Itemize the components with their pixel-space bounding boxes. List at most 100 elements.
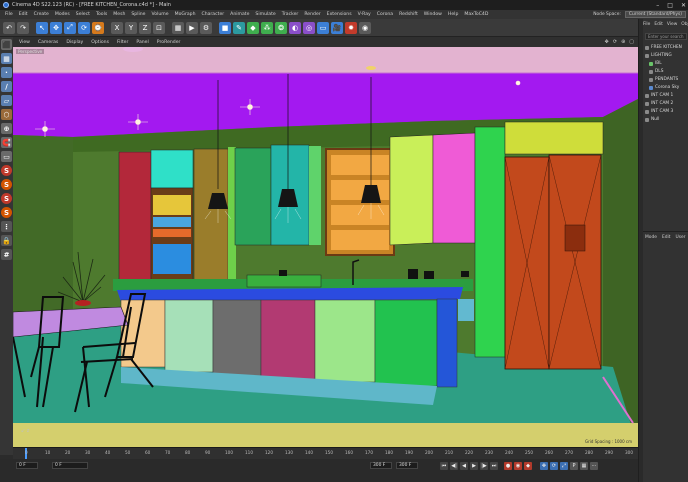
object-menu-view[interactable]: View xyxy=(667,22,677,27)
menu-file[interactable]: File xyxy=(2,12,16,17)
object-list-item[interactable]: Corona Sky xyxy=(649,84,679,91)
zoom-view-icon[interactable]: ⊕ xyxy=(621,39,625,45)
rotate-view-icon[interactable]: ⟳ xyxy=(613,39,617,45)
auto-key-icon[interactable]: ◉ xyxy=(514,462,522,470)
object-list-item[interactable]: DLS xyxy=(649,68,663,75)
coord-icon[interactable]: ⊡ xyxy=(153,21,165,34)
floor-icon[interactable]: ▭ xyxy=(317,21,329,34)
viewport-menu-cameras[interactable]: Cameras xyxy=(34,40,62,45)
render-view-icon[interactable]: ▦ xyxy=(172,21,184,34)
end-frame-field[interactable]: 300 F xyxy=(370,462,392,469)
menu-tools[interactable]: Tools xyxy=(93,12,110,17)
snap-icon[interactable]: 🧲 xyxy=(1,137,12,148)
play-icon[interactable]: ▶ xyxy=(470,462,478,470)
object-list-item[interactable]: INT CAM 1 xyxy=(645,92,673,99)
key-icon[interactable]: ◆ xyxy=(524,462,532,470)
object-search-input[interactable]: Enter your search xyxy=(645,33,687,40)
menu-spline[interactable]: Spline xyxy=(128,12,148,17)
menu-render[interactable]: Render xyxy=(301,12,323,17)
close-button[interactable]: ✕ xyxy=(681,2,686,9)
viewport-menu-display[interactable]: Display xyxy=(62,40,87,45)
next-key-icon[interactable]: |▶ xyxy=(480,462,488,470)
start-frame-field[interactable]: 0 F xyxy=(52,462,88,469)
menu-v-ray[interactable]: V-Ray xyxy=(355,12,374,17)
s-tool-c[interactable]: S xyxy=(1,193,12,204)
minimize-button[interactable]: – xyxy=(656,2,659,9)
dots-icon[interactable]: ⋮ xyxy=(1,221,12,232)
menu-mograph[interactable]: MoGraph xyxy=(172,12,199,17)
points-mode-icon[interactable]: · xyxy=(1,67,12,78)
move-key-icon[interactable]: ✥ xyxy=(540,462,548,470)
menu-extensions[interactable]: Extensions xyxy=(324,12,355,17)
pen-icon[interactable]: ✎ xyxy=(233,21,245,34)
select-icon[interactable]: ↖ xyxy=(36,21,48,34)
maximize-view-icon[interactable]: ▢ xyxy=(629,39,634,45)
y-axis-icon[interactable]: Y xyxy=(125,21,137,34)
cloner-icon[interactable]: ❂ xyxy=(275,21,287,34)
menu-tracker[interactable]: Tracker xyxy=(279,12,302,17)
render-icon[interactable]: ▶ xyxy=(186,21,198,34)
prev-key-icon[interactable]: ◀| xyxy=(450,462,458,470)
viewport[interactable]: ↙ z Perspective Grid Spacing : 1000 cm xyxy=(13,47,638,447)
menu-animate[interactable]: Animate xyxy=(227,12,252,17)
s-tool-d[interactable]: S xyxy=(1,207,12,218)
object-list-item[interactable]: Null xyxy=(645,116,659,123)
object-menu-edit[interactable]: Edit xyxy=(654,22,663,27)
tag-icon[interactable]: ◉ xyxy=(359,21,371,34)
move-view-icon[interactable]: ✥ xyxy=(605,39,609,45)
axis-mode-icon[interactable]: ⊕ xyxy=(1,123,12,134)
object-menu-file[interactable]: File xyxy=(643,22,650,27)
menu-create[interactable]: Create xyxy=(31,12,52,17)
attribute-menu-mode[interactable]: Mode xyxy=(645,235,657,240)
maximize-button[interactable]: □ xyxy=(667,2,673,9)
menu-help[interactable]: Help xyxy=(445,12,461,17)
field-icon[interactable]: ◎ xyxy=(303,21,315,34)
camera-icon[interactable]: 🎥 xyxy=(331,21,343,34)
scale-key-icon[interactable]: ⤢ xyxy=(560,462,568,470)
z-axis-icon[interactable]: Z xyxy=(139,21,151,34)
polygons-mode-icon[interactable]: ▱ xyxy=(1,95,12,106)
object-list-item[interactable]: LIGHTING xyxy=(645,52,672,59)
s-tool-b[interactable]: S xyxy=(1,179,12,190)
object-list-item[interactable]: INT CAM 2 xyxy=(645,100,673,107)
array-icon[interactable]: ⁂ xyxy=(261,21,273,34)
x-axis-icon[interactable]: X xyxy=(111,21,123,34)
layout-select[interactable]: Current (Standard/Phys) xyxy=(624,11,686,18)
pla-key-icon[interactable]: ▦ xyxy=(580,462,588,470)
move-icon[interactable]: ✥ xyxy=(50,21,62,34)
model-mode-icon[interactable]: ⬛ xyxy=(1,39,12,50)
edges-mode-icon[interactable]: ∕ xyxy=(1,81,12,92)
menu-select[interactable]: Select xyxy=(73,12,93,17)
light-icon[interactable]: ✹ xyxy=(345,21,357,34)
menu-modes[interactable]: Modes xyxy=(52,12,73,17)
go-start-icon[interactable]: ⏮ xyxy=(440,462,448,470)
rotate-key-icon[interactable]: ⟳ xyxy=(550,462,558,470)
go-end-icon[interactable]: ⏭ xyxy=(490,462,498,470)
recent-icon[interactable]: ⌚ xyxy=(92,21,104,34)
menu-mesh[interactable]: Mesh xyxy=(110,12,128,17)
object-list-item[interactable]: IBL xyxy=(649,60,662,67)
menu-edit[interactable]: Edit xyxy=(16,12,31,17)
max-frame-field[interactable]: 300 F xyxy=(396,462,418,469)
uvw-mode-icon[interactable]: ⬡ xyxy=(1,109,12,120)
viewport-menu-view[interactable]: View xyxy=(15,40,34,45)
viewport-menu-filter[interactable]: Filter xyxy=(113,40,132,45)
current-frame-field[interactable]: 0 F xyxy=(16,462,38,469)
lock-icon[interactable]: 🔒 xyxy=(1,235,12,246)
redo-icon[interactable]: ↷ xyxy=(17,21,29,34)
menu-corona[interactable]: Corona xyxy=(374,12,396,17)
deformer-icon[interactable]: ◐ xyxy=(289,21,301,34)
viewport-menu-options[interactable]: Options xyxy=(87,40,113,45)
attribute-menu-edit[interactable]: Edit xyxy=(662,235,671,240)
attribute-menu-user[interactable]: User xyxy=(675,235,685,240)
menu-simulate[interactable]: Simulate xyxy=(252,12,278,17)
object-list-item[interactable]: FREE KITCHEN xyxy=(645,44,682,51)
viewport-menu-panel[interactable]: Panel xyxy=(132,40,152,45)
param-key-icon[interactable]: P xyxy=(570,462,578,470)
object-list-item[interactable]: PENDANTS xyxy=(649,76,678,83)
undo-icon[interactable]: ↶ xyxy=(3,21,15,34)
scale-icon[interactable]: ⤢ xyxy=(64,21,76,34)
render-settings-icon[interactable]: ⚙ xyxy=(200,21,212,34)
grid-icon[interactable]: # xyxy=(1,249,12,260)
object-menu-obj[interactable]: Obj xyxy=(681,22,688,27)
